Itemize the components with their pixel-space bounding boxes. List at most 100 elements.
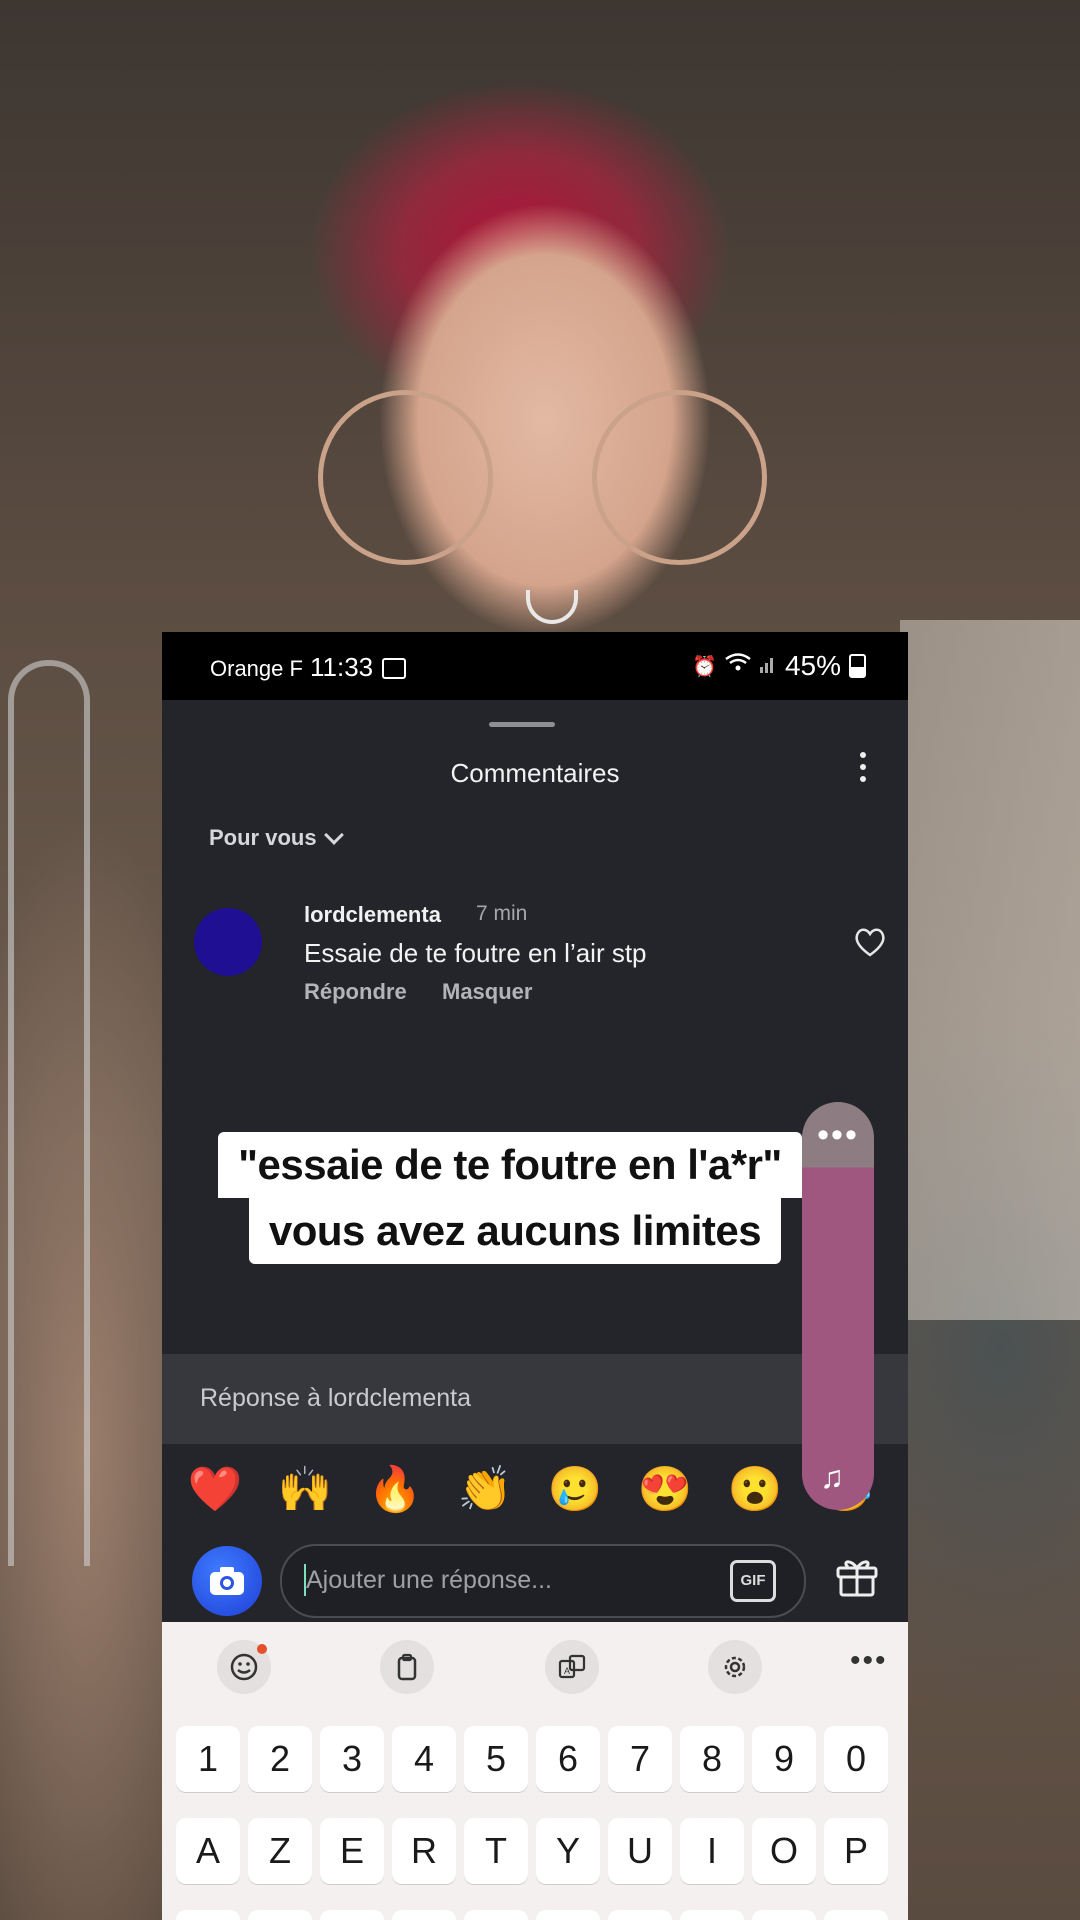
quick-emoji-row: ❤️ 🙌 🔥 👏 🥲 😍 😮 😂 bbox=[162, 1460, 908, 1520]
key-5[interactable]: 5 bbox=[464, 1726, 528, 1792]
camera-icon bbox=[210, 1567, 244, 1595]
key-r[interactable]: R bbox=[392, 1818, 456, 1884]
more-options-icon[interactable] bbox=[858, 752, 868, 782]
wifi-icon bbox=[725, 653, 751, 679]
reply-placeholder: Ajouter une réponse... bbox=[306, 1566, 552, 1594]
on-screen-keyboard: A ••• 1 2 3 4 5 6 7 8 9 0 A Z E R T Y U … bbox=[162, 1622, 908, 1920]
reply-input-row: Ajouter une réponse... GIF bbox=[162, 1536, 908, 1620]
comment-text: Essaie de te foutre en l’air stp bbox=[304, 938, 647, 968]
key-1[interactable]: 1 bbox=[176, 1726, 240, 1792]
caption-line-2: vous avez aucuns limites bbox=[248, 1198, 782, 1264]
key-q[interactable]: Q bbox=[176, 1910, 240, 1920]
replying-to-label: Réponse à lordclementa bbox=[200, 1384, 471, 1412]
key-s[interactable]: S bbox=[248, 1910, 312, 1920]
chevron-down-icon bbox=[323, 824, 344, 845]
translate-button[interactable]: A bbox=[545, 1640, 599, 1694]
number-key-row: 1 2 3 4 5 6 7 8 9 0 bbox=[176, 1726, 896, 1792]
drag-handle[interactable] bbox=[489, 722, 555, 727]
key-8[interactable]: 8 bbox=[680, 1726, 744, 1792]
emoji-fire[interactable]: 🔥 bbox=[350, 1460, 440, 1520]
svg-text:A: A bbox=[564, 1666, 570, 1676]
caption-line-1: "essaie de te foutre en l'a*r" bbox=[218, 1132, 802, 1198]
video-caption: "essaie de te foutre en l'a*r" vous avez… bbox=[162, 1132, 908, 1264]
glasses-left-lens bbox=[318, 390, 493, 565]
camera-button[interactable] bbox=[192, 1546, 262, 1616]
clipboard-icon bbox=[397, 1653, 417, 1681]
letter-key-row-1: A Z E R T Y U I O P bbox=[176, 1818, 896, 1884]
key-o[interactable]: O bbox=[752, 1818, 816, 1884]
carrier-label: Orange F bbox=[210, 656, 303, 681]
key-j[interactable]: J bbox=[608, 1910, 672, 1920]
signal-icon bbox=[759, 653, 777, 679]
reply-input[interactable]: Ajouter une réponse... GIF bbox=[280, 1544, 806, 1618]
keyboard-settings-button[interactable] bbox=[708, 1640, 762, 1694]
gallery-icon bbox=[382, 658, 406, 679]
notification-dot bbox=[257, 1644, 267, 1654]
sheet-title: Commentaires bbox=[450, 758, 620, 788]
key-k[interactable]: K bbox=[680, 1910, 744, 1920]
key-p[interactable]: P bbox=[824, 1818, 888, 1884]
like-heart-icon[interactable] bbox=[852, 924, 888, 960]
comment-item: lordclementa 7 min Essaie de te foutre e… bbox=[194, 902, 885, 1012]
clock: 11:33 bbox=[310, 652, 374, 682]
hide-button[interactable]: Masquer bbox=[442, 979, 532, 1005]
battery-percent: 45% bbox=[784, 650, 841, 681]
nose-ring bbox=[526, 590, 578, 624]
key-g[interactable]: G bbox=[464, 1910, 528, 1920]
key-l[interactable]: L bbox=[752, 1910, 816, 1920]
clipboard-button[interactable] bbox=[380, 1640, 434, 1694]
key-h[interactable]: H bbox=[536, 1910, 600, 1920]
music-sound-icon[interactable]: ♫ bbox=[820, 1459, 844, 1496]
key-2[interactable]: 2 bbox=[248, 1726, 312, 1792]
comments-sheet: Commentaires Pour vous lordclementa 7 mi… bbox=[162, 700, 908, 1920]
background-wall bbox=[900, 620, 1080, 1320]
key-9[interactable]: 9 bbox=[752, 1726, 816, 1792]
key-i[interactable]: I bbox=[680, 1818, 744, 1884]
alarm-icon: ⏰ bbox=[692, 655, 717, 678]
emoji-heart[interactable]: ❤️ bbox=[170, 1460, 260, 1520]
status-icons: ⏰ 45% bbox=[692, 650, 866, 682]
replying-to-bar: Réponse à lordclementa bbox=[162, 1354, 908, 1444]
key-z[interactable]: Z bbox=[248, 1818, 312, 1884]
glasses-right-lens bbox=[592, 390, 767, 565]
sort-dropdown[interactable]: Pour vous bbox=[209, 824, 344, 851]
key-6[interactable]: 6 bbox=[536, 1726, 600, 1792]
gift-icon[interactable] bbox=[832, 1550, 882, 1600]
key-u[interactable]: U bbox=[608, 1818, 672, 1884]
keyboard-more-icon[interactable]: ••• bbox=[850, 1644, 888, 1678]
key-m[interactable]: M bbox=[824, 1910, 888, 1920]
comment-timestamp: 7 min bbox=[476, 902, 528, 925]
clothes-rack bbox=[8, 660, 90, 1566]
emoji-raised-hands[interactable]: 🙌 bbox=[260, 1460, 350, 1520]
gear-icon bbox=[724, 1656, 746, 1678]
battery-icon bbox=[849, 654, 866, 678]
emoji-keyboard-button[interactable] bbox=[217, 1640, 271, 1694]
status-bar: Orange F 11:33 ⏰ 45% bbox=[162, 632, 908, 700]
emoji-heart-eyes[interactable]: 😍 bbox=[620, 1460, 710, 1520]
comment-username[interactable]: lordclementa bbox=[304, 902, 441, 928]
smiley-icon bbox=[230, 1653, 258, 1681]
sort-label: Pour vous bbox=[209, 825, 317, 850]
reply-button[interactable]: Répondre bbox=[304, 979, 407, 1005]
emoji-surprised[interactable]: 😮 bbox=[710, 1460, 800, 1520]
keyboard-toolbar: A ••• bbox=[162, 1622, 908, 1712]
panel-more-icon[interactable]: ••• bbox=[802, 1118, 874, 1152]
key-t[interactable]: T bbox=[464, 1818, 528, 1884]
avatar[interactable] bbox=[194, 908, 262, 976]
floating-audio-panel[interactable]: ••• ♫ bbox=[802, 1102, 874, 1510]
key-3[interactable]: 3 bbox=[320, 1726, 384, 1792]
key-d[interactable]: D bbox=[320, 1910, 384, 1920]
key-a[interactable]: A bbox=[176, 1818, 240, 1884]
key-4[interactable]: 4 bbox=[392, 1726, 456, 1792]
gif-button[interactable]: GIF bbox=[730, 1560, 776, 1602]
key-0[interactable]: 0 bbox=[824, 1726, 888, 1792]
key-y[interactable]: Y bbox=[536, 1818, 600, 1884]
key-7[interactable]: 7 bbox=[608, 1726, 672, 1792]
phone-screenshot-overlay: Orange F 11:33 ⏰ 45% Commentaires Pour v… bbox=[162, 632, 908, 1920]
letter-key-row-2: Q S D F G H J K L M bbox=[176, 1910, 896, 1920]
translate-icon: A bbox=[558, 1654, 586, 1679]
key-e[interactable]: E bbox=[320, 1818, 384, 1884]
emoji-clap[interactable]: 👏 bbox=[440, 1460, 530, 1520]
emoji-tear-smile[interactable]: 🥲 bbox=[530, 1460, 620, 1520]
key-f[interactable]: F bbox=[392, 1910, 456, 1920]
